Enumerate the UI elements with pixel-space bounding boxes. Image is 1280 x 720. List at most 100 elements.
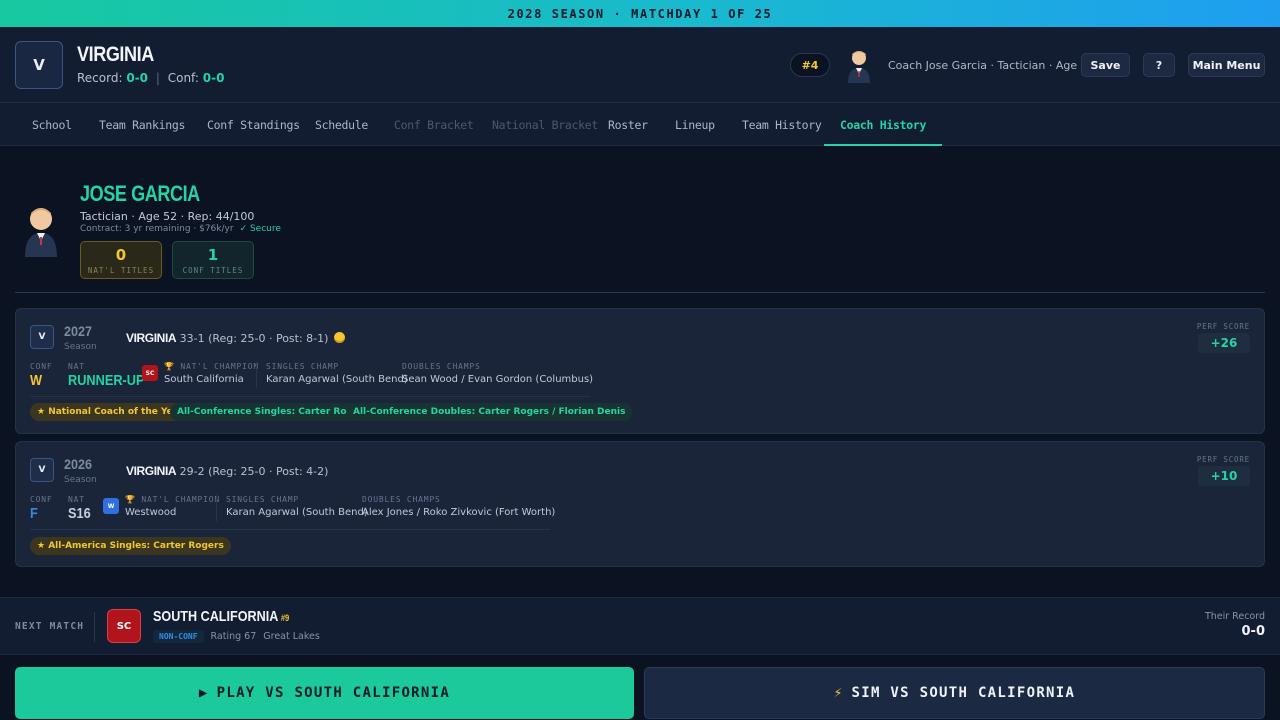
record-label: Record: — [77, 71, 123, 85]
team-logo: V — [15, 41, 63, 89]
awards-divider — [30, 529, 550, 530]
conf-titles-stat: 1 CONF TITLES — [172, 241, 254, 279]
tab-conf-standings[interactable]: Conf Standings — [207, 103, 300, 146]
perf-score-label: PERF SCORE — [1196, 455, 1250, 464]
tab-team-history[interactable]: Team History — [742, 103, 822, 146]
next-match-bar: NEXT MATCH SC SOUTH CALIFORNIA #9 NON-CON… — [0, 597, 1280, 655]
tab-school[interactable]: School — [32, 103, 72, 146]
tab-team-rankings[interactable]: Team Rankings — [99, 103, 185, 146]
record-separator: | — [155, 71, 160, 85]
season-year: 2027 — [64, 323, 93, 339]
award-badge: All-Conference Doubles: Carter Rogers / … — [346, 403, 633, 421]
sim-button-label: SIM VS SOUTH CALIFORNIA — [851, 685, 1076, 701]
nat-result-label: NAT — [68, 362, 85, 371]
season-team-name: VIRGINIA — [126, 331, 177, 345]
tab-roster[interactable]: Roster — [608, 103, 648, 146]
team-record: Record: 0-0 | Conf: 0-0 — [77, 71, 224, 85]
opponent-rank: #9 — [280, 613, 290, 623]
nat-result-value: S16 — [68, 505, 91, 522]
coach-details: Tactician · Age 52 · Rep: 44/100 — [80, 210, 255, 223]
record-value: 0-0 — [126, 71, 149, 85]
play-icon: ▶ — [198, 685, 209, 701]
help-button[interactable]: ? — [1143, 53, 1175, 77]
conf-record-value: 0-0 — [202, 71, 225, 85]
champion-value: Westwood — [125, 507, 177, 518]
main-menu-button[interactable]: Main Menu — [1188, 53, 1265, 77]
champion-label: 🏆 NAT'L CHAMPION — [125, 495, 221, 504]
play-match-button[interactable]: ▶ PLAY VS SOUTH CALIFORNIA — [15, 667, 634, 719]
doubles-champ-label: DOUBLES CHAMPS — [362, 495, 441, 504]
their-record-label: Their Record — [1204, 611, 1265, 622]
nat-result-label: NAT — [68, 495, 85, 504]
conf-result-label: CONF — [30, 362, 53, 371]
singles-champ-label: SINGLES CHAMP — [266, 362, 340, 371]
coach-summary: Coach Jose Garcia · Tactician · Age 52 — [888, 59, 1095, 72]
season-record: VIRGINIA 33-1 (Reg: 25-0 · Post: 8-1) — [126, 331, 346, 345]
tab-coach-history[interactable]: Coach History — [823, 103, 943, 146]
season-team-name: VIRGINIA — [126, 464, 177, 478]
tab-lineup[interactable]: Lineup — [675, 103, 715, 146]
singles-champ-value: Karan Agarwal (South Bend) — [266, 374, 408, 385]
column-divider — [216, 495, 217, 521]
champion-label: 🏆 NAT'L CHAMPION — [164, 362, 260, 371]
opponent-rating: Rating 67 — [210, 631, 257, 642]
season-team-logo: V — [30, 458, 54, 482]
season-year: 2026 — [64, 456, 93, 472]
award-badge: ★ National Coach of the Year — [30, 403, 191, 421]
opponent-logo: SC — [107, 609, 141, 643]
award-badge: All-Conference Singles: Carter Rogers — [170, 403, 376, 421]
column-divider — [256, 362, 257, 388]
conf-result-label: CONF — [30, 495, 53, 504]
champion-value: South California — [164, 374, 244, 385]
opponent-conference: Great Lakes — [263, 631, 320, 642]
season-banner: 2028 SEASON · MATCHDAY 1 OF 25 — [0, 0, 1280, 27]
next-match-divider — [94, 612, 95, 642]
conf-result-value: F — [30, 505, 38, 522]
conf-result-value: W — [30, 372, 43, 389]
team-rank-badge: #4 — [790, 53, 830, 77]
app-header: V VIRGINIA Record: 0-0 | Conf: 0-0 #4 Co… — [0, 27, 1280, 103]
natl-titles-label: NAT'L TITLES — [87, 266, 155, 275]
coach-name: JOSE GARCIA — [80, 181, 200, 206]
doubles-champ-label: DOUBLES CHAMPS — [402, 362, 481, 371]
opponent-name-text: SOUTH CALIFORNIA — [153, 608, 279, 625]
perf-score-label: PERF SCORE — [1196, 322, 1250, 331]
team-name: VIRGINIA — [77, 43, 154, 66]
perf-score-value: +10 — [1198, 466, 1250, 486]
lightning-icon: ⚡ — [833, 685, 844, 701]
season-record-text: 29-2 (Reg: 25-0 · Post: 4-2) — [179, 465, 329, 478]
award-badge: ★ All-America Singles: Carter Rogers — [30, 537, 231, 555]
natl-titles-value: 0 — [115, 246, 127, 264]
singles-champ-label: SINGLES CHAMP — [226, 495, 300, 504]
nat-result-value: RUNNER-UP — [68, 372, 145, 389]
main-nav: School Team Rankings Conf Standings Sche… — [0, 103, 1280, 146]
season-card-2026: V 2026 Season VIRGINIA 29-2 (Reg: 25-0 ·… — [15, 441, 1265, 567]
perf-score-value: +26 — [1198, 333, 1250, 353]
coach-contract: Contract: 3 yr remaining · $76k/yr ✓ Secu… — [80, 224, 281, 234]
sim-match-button[interactable]: ⚡ SIM VS SOUTH CALIFORNIA — [644, 667, 1265, 719]
coach-avatar-icon — [848, 51, 870, 83]
tab-schedule[interactable]: Schedule — [315, 103, 368, 146]
season-year-label: Season — [64, 342, 97, 352]
season-card-2027: V 2027 Season VIRGINIA 33-1 (Reg: 25-0 ·… — [15, 308, 1265, 434]
conf-titles-value: 1 — [207, 246, 219, 264]
season-record: VIRGINIA 29-2 (Reg: 25-0 · Post: 4-2) — [126, 464, 328, 478]
match-type-badge: NON-CONF — [153, 630, 204, 643]
coach-portrait-icon — [25, 208, 57, 257]
singles-champ-value: Karan Agarwal (South Bend) — [226, 507, 368, 518]
their-record-value: 0-0 — [1241, 624, 1266, 639]
contract-text: Contract: 3 yr remaining · $76k/yr — [80, 224, 234, 234]
next-match-label: NEXT MATCH — [15, 621, 85, 632]
doubles-champ-value: Alex Jones / Roko Zivkovic (Fort Worth) — [362, 507, 556, 518]
medal-icon — [334, 332, 346, 343]
opponent-meta: NON-CONF Rating 67 Great Lakes — [153, 630, 320, 643]
doubles-champ-value: Sean Wood / Evan Gordon (Columbus) — [402, 374, 594, 385]
season-team-logo: V — [30, 325, 54, 349]
season-banner-text: 2028 SEASON · MATCHDAY 1 OF 25 — [507, 6, 773, 21]
tab-national-bracket: National Bracket — [492, 117, 598, 132]
tab-conf-bracket: Conf Bracket — [394, 117, 474, 132]
conf-record-label: Conf: — [167, 71, 199, 85]
conf-titles-label: CONF TITLES — [182, 266, 244, 275]
save-button[interactable]: Save — [1081, 53, 1130, 77]
section-divider — [15, 292, 1265, 293]
